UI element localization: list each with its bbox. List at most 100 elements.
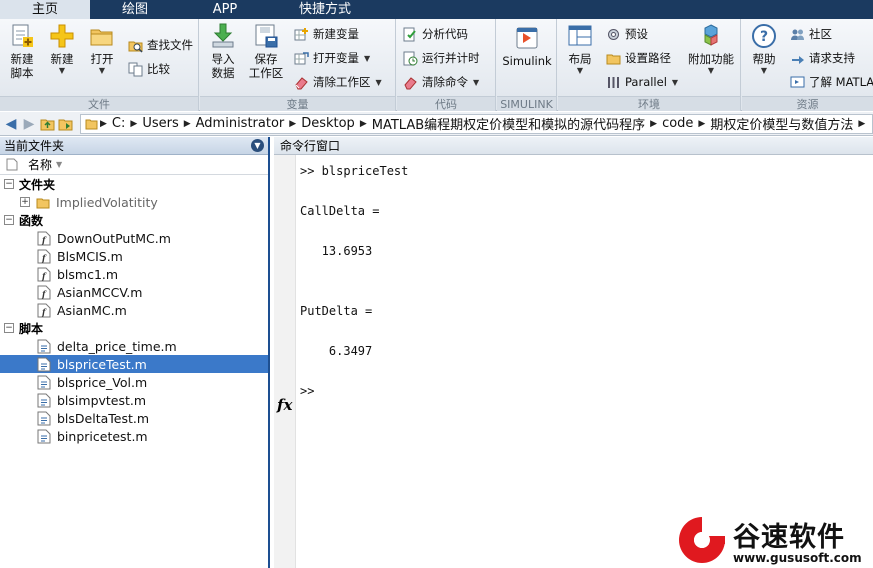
file-item-selected[interactable]: blspriceTest.m	[0, 355, 268, 373]
analyze-code-button[interactable]: 分析代码	[403, 25, 468, 43]
file-item[interactable]: blsDeltaTest.m	[0, 409, 268, 427]
collapse-icon[interactable]: −	[4, 323, 14, 333]
simulink-group: Simulink SIMULINK	[497, 19, 557, 111]
file-name: blsimpvtest.m	[57, 392, 147, 408]
new-script-button[interactable]: 新建 脚本	[6, 23, 38, 80]
environment-group-label: 环境	[558, 96, 740, 111]
breadcrumb-code[interactable]: code	[659, 116, 696, 131]
tab-apps[interactable]: APP	[180, 0, 270, 19]
breadcrumb-users[interactable]: Users	[139, 116, 181, 131]
clear-workspace-button[interactable]: 清除工作区 ▼	[294, 73, 382, 91]
layout-label: 布局	[568, 52, 592, 66]
file-name: blspriceTest.m	[57, 356, 147, 372]
parallel-button[interactable]: Parallel ▼	[606, 73, 678, 91]
file-item[interactable]: f AsianMC.m	[0, 301, 268, 319]
breadcrumb-desktop[interactable]: Desktop	[298, 116, 358, 131]
command-gutter: fx	[274, 155, 296, 568]
script-file-icon	[37, 393, 51, 407]
address-bar: ◀ ▶ ▶ C: ▶ Users ▶ Administrator ▶ Deskt…	[0, 112, 873, 136]
file-item[interactable]: blsimpvtest.m	[0, 391, 268, 409]
file-item[interactable]: f DownOutPutMC.m	[0, 229, 268, 247]
run-time-icon	[403, 51, 418, 65]
find-files-button[interactable]: 查找文件	[128, 36, 193, 54]
open-variable-button[interactable]: 打开变量 ▼	[294, 49, 370, 67]
folder-item[interactable]: + ImpliedVolatitity	[0, 193, 268, 211]
addons-dropdown-icon: ▼	[707, 66, 715, 75]
breadcrumb-drive[interactable]: C:	[109, 116, 128, 131]
breadcrumb-separator-icon: ▶	[289, 118, 297, 129]
up-folder-button[interactable]	[38, 115, 56, 133]
section-scripts[interactable]: − 脚本	[0, 319, 268, 337]
script-file-icon	[37, 339, 51, 353]
browse-folder-button[interactable]	[56, 115, 74, 133]
open-variable-icon	[294, 51, 309, 64]
file-group: 新建 脚本 新建 ▼ 打开 ▼ 查找文件 比较 文件	[0, 19, 199, 111]
request-support-button[interactable]: 请求支持	[790, 49, 855, 67]
file-item[interactable]: f AsianMCCV.m	[0, 283, 268, 301]
import-data-button[interactable]: 导入 数据	[206, 23, 240, 80]
breadcrumb-administrator[interactable]: Administrator	[193, 116, 288, 131]
section-label: 函数	[19, 213, 44, 228]
help-button[interactable]: ? 帮助 ▼	[748, 23, 780, 76]
output-label: CallDelta =	[300, 204, 380, 218]
tab-home[interactable]: 主页	[0, 0, 90, 19]
save-workspace-label-1: 保存	[254, 52, 278, 66]
expand-icon[interactable]: +	[20, 197, 30, 207]
command-prompt[interactable]: >>	[300, 384, 314, 398]
learn-matlab-button[interactable]: 了解 MATLAB	[790, 73, 873, 91]
folder-icon	[36, 198, 50, 208]
back-button[interactable]: ◀	[2, 115, 20, 133]
save-workspace-icon	[255, 24, 278, 48]
new-label: 新建	[50, 52, 74, 66]
clear-commands-button[interactable]: 清除命令 ▼	[403, 73, 479, 91]
file-item[interactable]: f blsmc1.m	[0, 265, 268, 283]
name-column-label: 名称	[28, 158, 53, 172]
run-and-time-button[interactable]: 运行并计时	[403, 49, 480, 67]
file-item[interactable]: blsprice_Vol.m	[0, 373, 268, 391]
new-button[interactable]: 新建 ▼	[46, 23, 78, 76]
addons-icon	[704, 24, 718, 46]
community-button[interactable]: 社区	[790, 25, 832, 43]
request-support-label: 请求支持	[809, 51, 855, 65]
layout-dropdown-icon: ▼	[576, 66, 584, 75]
collapse-icon[interactable]: −	[4, 215, 14, 225]
svg-text:?: ?	[760, 29, 768, 45]
tab-plots[interactable]: 绘图	[90, 0, 180, 19]
command-window[interactable]: 命令行窗口 fx >> blspriceTest CallDelta = 13.…	[274, 137, 873, 568]
clear-workspace-dropdown-icon: ▼	[375, 77, 382, 87]
output-label: PutDelta =	[300, 304, 373, 318]
script-file-icon	[37, 357, 51, 371]
preferences-button[interactable]: 预设	[606, 25, 648, 43]
section-functions[interactable]: − 函数	[0, 211, 268, 229]
section-folders[interactable]: − 文件夹	[0, 175, 268, 193]
community-label: 社区	[809, 27, 832, 41]
open-button[interactable]: 打开 ▼	[86, 23, 118, 76]
breadcrumb-project-folder[interactable]: MATLAB编程期权定价模型和模拟的源代码程序	[369, 115, 648, 133]
set-path-button[interactable]: 设置路径	[606, 49, 671, 67]
name-column-header[interactable]: 名称 ▼	[0, 155, 268, 175]
breadcrumb[interactable]: ▶ C: ▶ Users ▶ Administrator ▶ Desktop ▶…	[80, 113, 873, 134]
tab-shortcuts[interactable]: 快捷方式	[270, 0, 380, 19]
file-item[interactable]: f BlsMCIS.m	[0, 247, 268, 265]
layout-button[interactable]: 布局 ▼	[564, 23, 596, 76]
simulink-button[interactable]: Simulink	[501, 25, 553, 68]
addons-button[interactable]: 附加功能 ▼	[686, 23, 736, 76]
simulink-group-label: SIMULINK	[497, 96, 556, 111]
file-item[interactable]: binpricetest.m	[0, 427, 268, 445]
fx-icon[interactable]: fx	[277, 396, 292, 414]
resources-group-label: 资源	[742, 96, 873, 111]
open-dropdown-icon: ▼	[98, 66, 106, 75]
panel-actions-button[interactable]: ▼	[251, 139, 264, 152]
browse-folder-icon	[58, 119, 72, 130]
parallel-dropdown-icon: ▼	[671, 77, 679, 87]
script-file-icon	[37, 375, 51, 389]
breadcrumb-current-folder[interactable]: 期权定价模型与数值方法	[707, 115, 856, 133]
new-variable-button[interactable]: 新建变量	[294, 25, 359, 43]
file-name: blsprice_Vol.m	[57, 374, 148, 390]
addons-label: 附加功能	[688, 52, 734, 66]
collapse-icon[interactable]: −	[4, 179, 14, 189]
forward-button[interactable]: ▶	[20, 115, 38, 133]
save-workspace-button[interactable]: 保存 工作区	[246, 23, 286, 80]
compare-button[interactable]: 比较	[128, 60, 170, 78]
file-item[interactable]: delta_price_time.m	[0, 337, 268, 355]
